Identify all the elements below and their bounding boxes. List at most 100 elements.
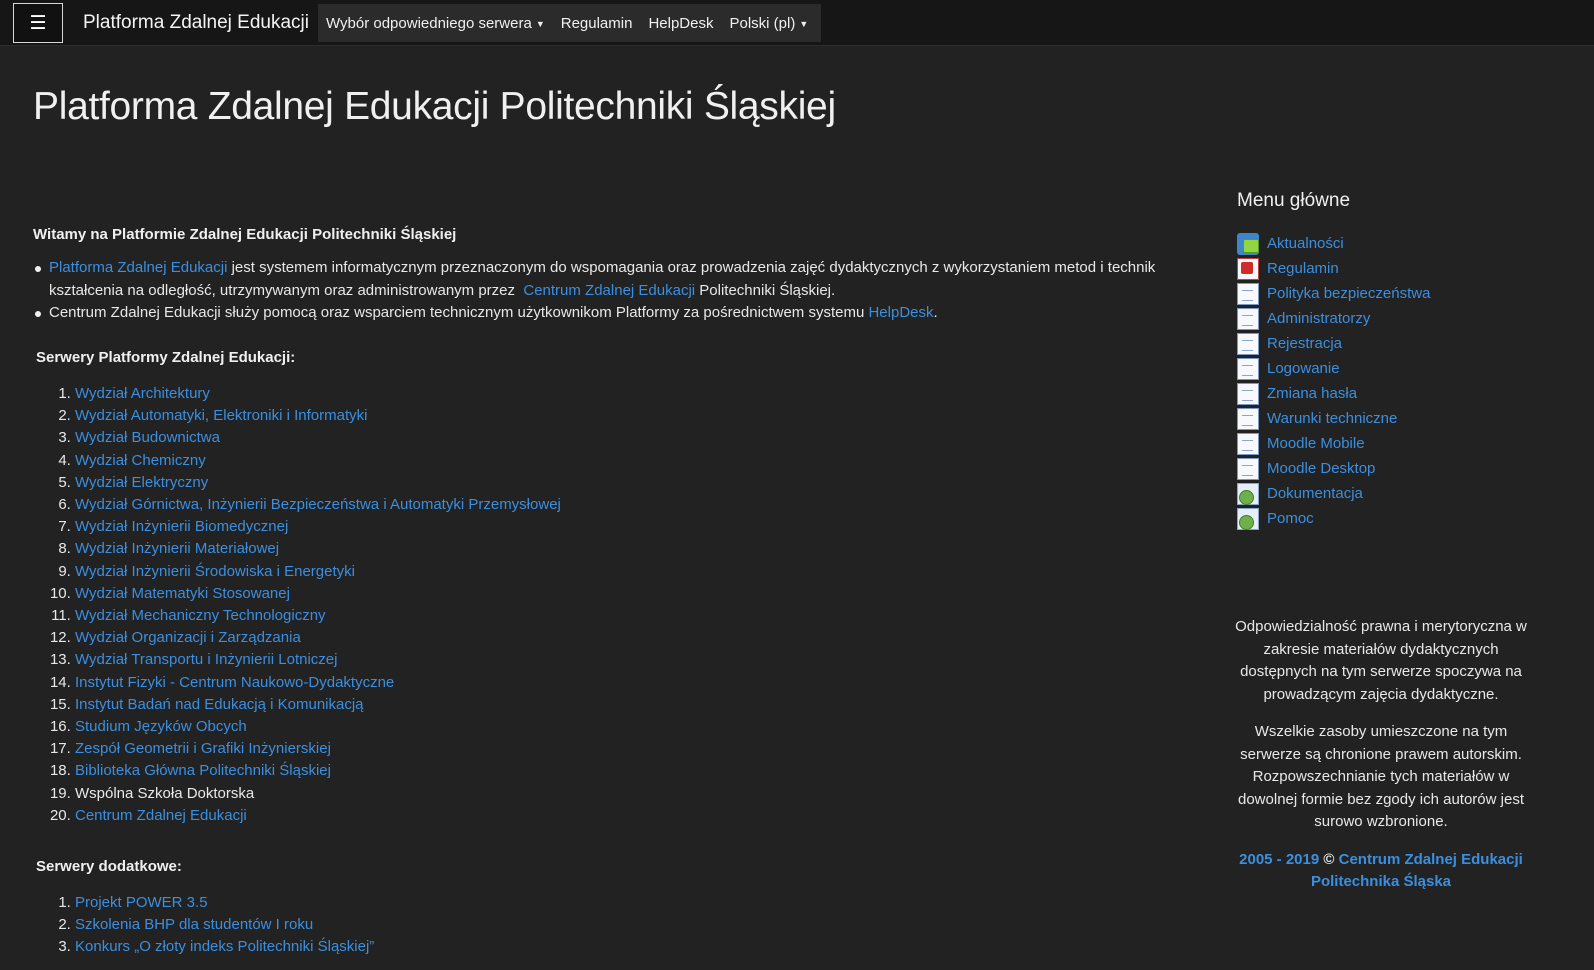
server-list-item: Wydział Chemiczny — [75, 450, 561, 472]
menu-item[interactable]: Aktualności — [1237, 231, 1537, 256]
menu-item-link[interactable]: Administratorzy — [1267, 310, 1370, 327]
server-link[interactable]: Wydział Inżynierii Biomedycznej — [75, 518, 288, 535]
nav-regulamin[interactable]: Regulamin — [553, 15, 641, 32]
server-link[interactable]: Wydział Elektryczny — [75, 474, 208, 491]
hamburger-icon[interactable]: ☰ — [13, 3, 63, 43]
menu-item-link[interactable]: Zmiana hasła — [1267, 385, 1357, 402]
server-link[interactable]: Wydział Organizacji i Zarządzania — [75, 629, 301, 646]
welcome-heading: Witamy na Platformie Zdalnej Edukacji Po… — [33, 226, 457, 243]
server-list-item: Zespół Geometrii i Grafiki Inżynierskiej — [75, 738, 561, 760]
servers-title: Serwery Platformy Zdalnej Edukacji: — [36, 349, 296, 366]
menu-item[interactable]: Zmiana hasła — [1237, 381, 1537, 406]
menu-item-link[interactable]: Regulamin — [1267, 260, 1339, 277]
server-list-item: Studium Języków Obcych — [75, 716, 561, 738]
copyright-org-link[interactable]: Centrum Zdalnej Edukacji — [1339, 851, 1523, 868]
nav-helpdesk[interactable]: HelpDesk — [640, 15, 721, 32]
url-globe-icon — [1237, 482, 1259, 505]
menu-item[interactable]: Moodle Desktop — [1237, 456, 1537, 481]
platform-link[interactable]: Platforma Zdalnej Edukacji — [49, 259, 227, 276]
copyright-years-link[interactable]: 2005 - 2019 — [1239, 851, 1319, 868]
server-link[interactable]: Instytut Badań nad Edukacją i Komunikacj… — [75, 696, 364, 713]
server-list-item: Wydział Budownictwa — [75, 427, 561, 449]
nav-language[interactable]: Polski (pl) ▼ — [721, 15, 816, 32]
page-icon — [1237, 282, 1259, 305]
info-text: . — [933, 304, 938, 321]
server-link[interactable]: Biblioteka Główna Politechniki Śląskiej — [75, 762, 331, 779]
menu-item[interactable]: Rejestracja — [1237, 331, 1537, 356]
server-link[interactable]: Projekt POWER 3.5 — [75, 894, 208, 911]
server-link[interactable]: Wydział Inżynierii Materiałowej — [75, 540, 279, 557]
server-link[interactable]: Wydział Matematyki Stosowanej — [75, 585, 290, 602]
server-list-item: Szkolenia BHP dla studentów I roku — [75, 914, 374, 936]
page-icon — [1237, 332, 1259, 355]
server-link[interactable]: Konkurs „O złoty indeks Politechniki Ślą… — [75, 938, 374, 955]
server-list-item: Wydział Inżynierii Środowiska i Energety… — [75, 561, 561, 583]
menu-item-link[interactable]: Dokumentacja — [1267, 485, 1363, 502]
server-link[interactable]: Studium Języków Obcych — [75, 718, 247, 735]
server-link[interactable]: Wydział Mechaniczny Technologiczny — [75, 607, 326, 624]
server-link[interactable]: Wydział Automatyki, Elektroniki i Inform… — [75, 407, 367, 424]
navbar-menu: Wybór odpowiedniego serwera ▼ Regulamin H… — [318, 4, 821, 42]
caret-down-icon: ▼ — [799, 18, 809, 29]
server-list-item: Wydział Matematyki Stosowanej — [75, 583, 561, 605]
menu-item-link[interactable]: Moodle Mobile — [1267, 435, 1365, 452]
server-list-item: Wydział Inżynierii Biomedycznej — [75, 516, 561, 538]
menu-item-link[interactable]: Logowanie — [1267, 360, 1340, 377]
server-link[interactable]: Wydział Budownictwa — [75, 429, 220, 446]
server-list-item: Wydział Elektryczny — [75, 472, 561, 494]
copyright-org2-link[interactable]: Politechnika Śląska — [1311, 873, 1451, 890]
czde-link[interactable]: Centrum Zdalnej Edukacji — [523, 282, 695, 299]
menu-item-link[interactable]: Aktualności — [1267, 235, 1344, 252]
menu-item[interactable]: Regulamin — [1237, 256, 1537, 281]
nav-server-select[interactable]: Wybór odpowiedniego serwera ▼ — [318, 15, 553, 32]
menu-item[interactable]: Dokumentacja — [1237, 481, 1537, 506]
server-link[interactable]: Wydział Górnictwa, Inżynierii Bezpieczeń… — [75, 496, 561, 513]
server-list-item: Wspólna Szkoła Doktorska — [75, 783, 561, 805]
server-link[interactable]: Instytut Fizyki - Centrum Naukowo-Dydakt… — [75, 674, 394, 691]
server-link[interactable]: Wydział Inżynierii Środowiska i Energety… — [75, 563, 355, 580]
menu-item[interactable]: Administratorzy — [1237, 306, 1537, 331]
server-link[interactable]: Zespół Geometrii i Grafiki Inżynierskiej — [75, 740, 331, 757]
menu-item-link[interactable]: Moodle Desktop — [1267, 460, 1375, 477]
menu-item-link[interactable]: Pomoc — [1267, 510, 1314, 527]
menu-item-link[interactable]: Warunki techniczne — [1267, 410, 1397, 427]
server-list-item: Biblioteka Główna Politechniki Śląskiej — [75, 760, 561, 782]
server-link[interactable]: Centrum Zdalnej Edukacji — [75, 807, 247, 824]
menu-item-link[interactable]: Rejestracja — [1267, 335, 1342, 352]
server-list-item: Wydział Transportu i Inżynierii Lotnicze… — [75, 649, 561, 671]
menu-item[interactable]: Logowanie — [1237, 356, 1537, 381]
server-link[interactable]: Wydział Transportu i Inżynierii Lotnicze… — [75, 651, 337, 668]
menu-item-link[interactable]: Polityka bezpieczeństwa — [1267, 285, 1430, 302]
server-list-item: Wydział Automatyki, Elektroniki i Inform… — [75, 405, 561, 427]
page-title: Platforma Zdalnej Edukacji Politechniki … — [33, 85, 836, 128]
copyright: 2005 - 2019 © Centrum Zdalnej Edukacji Po… — [1232, 849, 1530, 894]
navbar-brand[interactable]: Platforma Zdalnej Edukacji — [83, 12, 309, 34]
info-item-helpdesk: Centrum Zdalnej Edukacji służy pomocą or… — [33, 302, 1173, 325]
server-link[interactable]: Szkolenia BHP dla studentów I roku — [75, 916, 313, 933]
main-menu: Aktualności Regulamin Polityka bezpieczeńs… — [1237, 231, 1537, 531]
server-list-item: Centrum Zdalnej Edukacji — [75, 805, 561, 827]
main-content: Witamy na Platformie Zdalnej Edukacji Po… — [33, 226, 1173, 955]
server-list-item: Instytut Badań nad Edukacją i Komunikacj… — [75, 694, 561, 716]
server-list-item: Wydział Architektury — [75, 383, 561, 405]
copyright-symbol: © — [1323, 850, 1335, 868]
url-globe-icon — [1237, 507, 1259, 530]
extra-servers-title: Serwery dodatkowe: — [36, 858, 182, 875]
extra-servers-list: Projekt POWER 3.5 Szkolenia BHP dla stude… — [33, 892, 374, 959]
nav-language-label: Polski (pl) — [729, 14, 796, 32]
server-link[interactable]: Wydział Architektury — [75, 385, 210, 402]
server-label: Wspólna Szkoła Doktorska — [75, 784, 255, 802]
navbar: ☰ Platforma Zdalnej Edukacji Wybór odpow… — [0, 0, 1594, 46]
helpdesk-link[interactable]: HelpDesk — [868, 304, 933, 321]
sidebar-title: Menu główne — [1237, 190, 1351, 211]
server-link[interactable]: Wydział Chemiczny — [75, 452, 206, 469]
nav-server-select-label: Wybór odpowiedniego serwera — [326, 14, 532, 32]
pdf-icon — [1237, 257, 1259, 280]
server-list-item: Projekt POWER 3.5 — [75, 892, 374, 914]
menu-item[interactable]: Polityka bezpieczeństwa — [1237, 281, 1537, 306]
menu-item[interactable]: Warunki techniczne — [1237, 406, 1537, 431]
menu-item[interactable]: Moodle Mobile — [1237, 431, 1537, 456]
server-list-item: Wydział Górnictwa, Inżynierii Bezpieczeń… — [75, 494, 561, 516]
info-list: Platforma Zdalnej Edukacji jest systemem… — [33, 257, 1173, 325]
menu-item[interactable]: Pomoc — [1237, 506, 1537, 531]
